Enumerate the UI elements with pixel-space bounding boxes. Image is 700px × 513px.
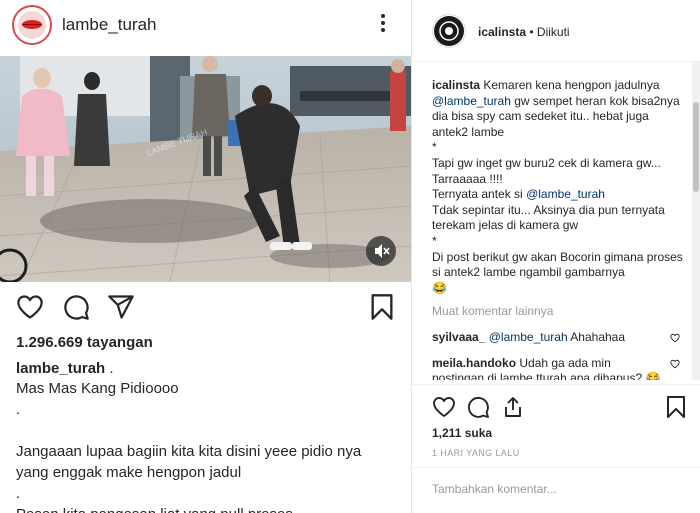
comment-text: Ahahahaa (567, 329, 626, 344)
caption-text: Mas Mas Kang Pidioooo . Jangaaan lupaa b… (16, 378, 406, 513)
caption-line: * (432, 233, 437, 248)
caption-line: Di post berikut gw akan Bocorin gimana p… (432, 249, 683, 280)
mention-link[interactable]: @lambe_turah (489, 330, 568, 344)
comment-username[interactable]: syilvaaa_ (432, 330, 485, 344)
actions-divider (412, 384, 700, 385)
caption-line: Mas Mas Kang Pidioooo (16, 380, 179, 397)
left-post: lambe_turah LAMBE TURAH 1.296.669 tayang… (0, 0, 411, 513)
caption-line: Jangaaan lupaa bagiin kita kita disini y… (16, 443, 362, 460)
post-header: icalinsta • Diikuti (478, 25, 570, 39)
caption-line: yang enggak make hengpon jadul (16, 464, 242, 481)
caption-line: * (432, 140, 437, 155)
caption-username[interactable]: lambe_turah (16, 360, 105, 377)
add-comment-input[interactable]: Tambahkan komentar... (432, 482, 557, 496)
follow-status[interactable]: • Diikuti (529, 25, 569, 39)
caption-line: Tapi gw inget gw buru2 cek di kamera gw.… (432, 155, 661, 186)
lambe-turah-avatar[interactable] (12, 5, 52, 45)
bookmark-icon[interactable] (369, 293, 395, 326)
bookmark-icon[interactable] (665, 395, 687, 424)
post-caption: icalinsta Kemaren kena hengpon jadulnya … (432, 78, 688, 296)
upload-icon[interactable] (501, 395, 525, 424)
view-count: 1.296.669 tayangan (16, 334, 153, 351)
mention-link[interactable]: @lambe_turah (526, 187, 605, 201)
caption-line: Kemaren kena hengpon jadulnya (480, 78, 660, 92)
comments-section: icalinsta Kemaren kena hengpon jadulnya … (432, 78, 688, 380)
caption-username[interactable]: icalinsta (432, 78, 480, 92)
caption-line (16, 420, 406, 441)
small-heart-icon[interactable] (670, 332, 680, 348)
heart-icon[interactable] (16, 293, 44, 326)
comment-username[interactable]: meila.handoko (432, 356, 516, 370)
small-heart-icon[interactable] (670, 358, 680, 374)
scrollbar-thumb[interactable] (693, 102, 699, 192)
comment-icon[interactable] (466, 395, 490, 424)
header-username[interactable]: icalinsta (478, 25, 526, 39)
load-more-comments-button[interactable]: Muat komentar lainnya (432, 304, 688, 320)
mention-link[interactable]: @lambe_turah (432, 94, 511, 108)
caption-line: Tdak sepintar itu... Aksinya dia pun ter… (432, 202, 665, 233)
post-timestamp: 1 HARI YANG LALU (432, 448, 520, 458)
caption-line: . (16, 401, 21, 418)
comment-icon[interactable] (62, 293, 90, 326)
caption-line: Pesen kita pengesan liat yang pull prose… (16, 504, 406, 513)
comment-item: meila.handoko Udah ga ada min postingan … (432, 356, 688, 380)
caption-suffix: . (109, 360, 114, 377)
caption-line: . (16, 485, 21, 502)
heart-icon[interactable] (432, 395, 456, 424)
comment-item: syilvaaa_ @lambe_turah Ahahahaa (432, 330, 688, 346)
video-frame: LAMBE TURAH (0, 56, 411, 282)
more-options-icon[interactable] (380, 14, 386, 36)
comment-divider (412, 467, 700, 468)
header-divider (412, 61, 700, 62)
post-video[interactable]: LAMBE TURAH (0, 56, 411, 282)
mute-icon[interactable] (366, 236, 396, 266)
right-post-panel: icalinsta • Diikuti icalinsta Kemaren ke… (412, 0, 700, 513)
caption-author: lambe_turah . (16, 360, 114, 377)
post-username[interactable]: lambe_turah (62, 15, 157, 35)
comments-scrollbar[interactable] (692, 62, 700, 380)
share-icon[interactable] (107, 293, 135, 326)
like-count[interactable]: 1,211 suka (432, 426, 492, 440)
caption-line: Ternyata antek si (432, 187, 527, 202)
laughing-emoji: 😂 (432, 280, 447, 295)
icalinsta-avatar[interactable] (432, 14, 466, 48)
